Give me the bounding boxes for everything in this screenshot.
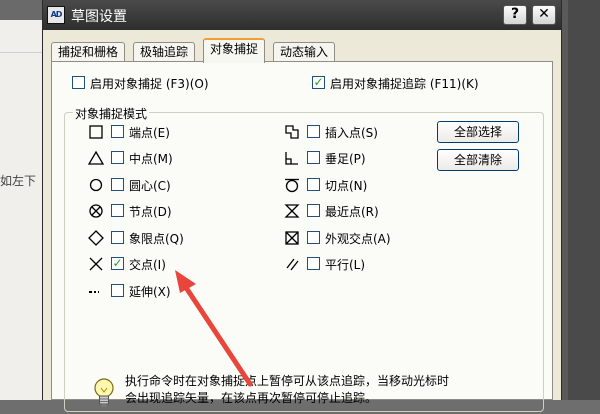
midpoint-label[interactable]: 中点(M) bbox=[129, 150, 173, 167]
tab-snap-grid[interactable]: 捕捉和栅格 bbox=[51, 42, 126, 62]
node-circle-x-icon bbox=[87, 202, 105, 220]
close-button[interactable]: ✕ bbox=[532, 5, 556, 25]
help-button[interactable]: ? bbox=[503, 5, 527, 25]
apparent-intersection-label[interactable]: 外观交点(A) bbox=[325, 230, 391, 247]
extension-label[interactable]: 延伸(X) bbox=[129, 283, 171, 300]
enable-osnap-label[interactable]: 启用对象捕捉 (F3)(O) bbox=[90, 75, 209, 92]
quadrant-label[interactable]: 象限点(Q) bbox=[129, 230, 184, 247]
nearest-label[interactable]: 最近点(R) bbox=[325, 203, 379, 220]
endpoint-checkbox[interactable] bbox=[111, 125, 124, 138]
lightbulb-icon bbox=[91, 377, 117, 411]
endpoint-square-icon bbox=[87, 123, 105, 141]
endpoint-label[interactable]: 端点(E) bbox=[129, 124, 170, 141]
title-bar[interactable]: AD 草图设置 ? ✕ bbox=[43, 0, 561, 30]
tab-object-snap[interactable]: 对象捕捉 bbox=[203, 38, 266, 63]
parallel-label[interactable]: 平行(L) bbox=[325, 256, 365, 273]
group-title: 对象捕捉模式 bbox=[73, 105, 150, 122]
window-title: 草图设置 bbox=[71, 9, 127, 25]
enable-tracking-label[interactable]: 启用对象捕捉追踪 (F11)(K) bbox=[330, 75, 479, 92]
drafting-settings-dialog: AD 草图设置 ? ✕ 捕捉和栅格 极轴追踪 对象捕捉 动态输入 启用对象捕捉 … bbox=[42, 0, 562, 412]
hint-line-1: 执行命令时在对象捕捉点上暂停可从该点追踪，当移动光标时 bbox=[125, 374, 450, 388]
extension-dash-icon bbox=[87, 282, 105, 300]
background-right bbox=[562, 0, 600, 400]
quadrant-checkbox[interactable] bbox=[111, 231, 124, 244]
tangent-checkbox[interactable] bbox=[307, 178, 320, 191]
parallel-checkbox[interactable] bbox=[307, 257, 320, 270]
intersection-x-icon bbox=[87, 255, 105, 273]
insertion-checkbox[interactable] bbox=[307, 125, 320, 138]
tab-dynamic-input[interactable]: 动态输入 bbox=[273, 42, 336, 62]
tab-polar-tracking[interactable]: 极轴追踪 bbox=[133, 42, 196, 62]
background-text: 如左下 bbox=[0, 174, 37, 188]
center-label[interactable]: 圆心(C) bbox=[129, 177, 171, 194]
center-circle-icon bbox=[87, 176, 105, 194]
intersection-checkbox[interactable] bbox=[111, 257, 124, 270]
extension-checkbox[interactable] bbox=[111, 284, 124, 297]
perpendicular-label[interactable]: 垂足(P) bbox=[325, 150, 366, 167]
midpoint-checkbox[interactable] bbox=[111, 151, 124, 164]
nearest-checkbox[interactable] bbox=[307, 204, 320, 217]
enable-tracking-checkbox[interactable] bbox=[312, 76, 325, 89]
insertion-label[interactable]: 插入点(S) bbox=[325, 124, 378, 141]
midpoint-triangle-icon bbox=[87, 149, 105, 167]
hint-text: 执行命令时在对象捕捉点上暂停可从该点追踪，当移动光标时 会出现追踪矢量，在该点再… bbox=[125, 373, 505, 407]
insertion-squares-icon bbox=[283, 123, 301, 141]
apparent-intersection-checkbox[interactable] bbox=[307, 231, 320, 244]
node-checkbox[interactable] bbox=[111, 204, 124, 217]
node-label[interactable]: 节点(D) bbox=[129, 203, 172, 220]
center-checkbox[interactable] bbox=[111, 178, 124, 191]
nearest-hourglass-icon bbox=[283, 202, 301, 220]
app-icon: AD bbox=[47, 6, 65, 24]
enable-osnap-checkbox[interactable] bbox=[72, 76, 85, 89]
tangent-label[interactable]: 切点(N) bbox=[325, 177, 367, 194]
parallel-lines-icon bbox=[283, 255, 301, 273]
select-all-button[interactable]: 全部选择 bbox=[437, 121, 519, 143]
clear-all-button[interactable]: 全部清除 bbox=[437, 149, 519, 171]
perpendicular-checkbox[interactable] bbox=[307, 151, 320, 164]
perpendicular-icon bbox=[283, 149, 301, 167]
object-snap-panel: 启用对象捕捉 (F3)(O) 启用对象捕捉追踪 (F11)(K) 对象捕捉模式 … bbox=[51, 61, 553, 412]
hint-line-2: 会出现追踪矢量，在该点再次暂停可停止追踪。 bbox=[125, 391, 378, 405]
intersection-label[interactable]: 交点(I) bbox=[129, 256, 166, 273]
quadrant-diamond-icon bbox=[87, 229, 105, 247]
background-left: 如左下 bbox=[0, 0, 42, 400]
apparent-intersection-icon bbox=[283, 229, 301, 247]
tangent-circle-icon bbox=[283, 176, 301, 194]
snap-modes-group: 对象捕捉模式 端点(E) 中点(M) 圆心(C) 节点(D) 象限点(Q) ✓ … bbox=[64, 105, 544, 412]
